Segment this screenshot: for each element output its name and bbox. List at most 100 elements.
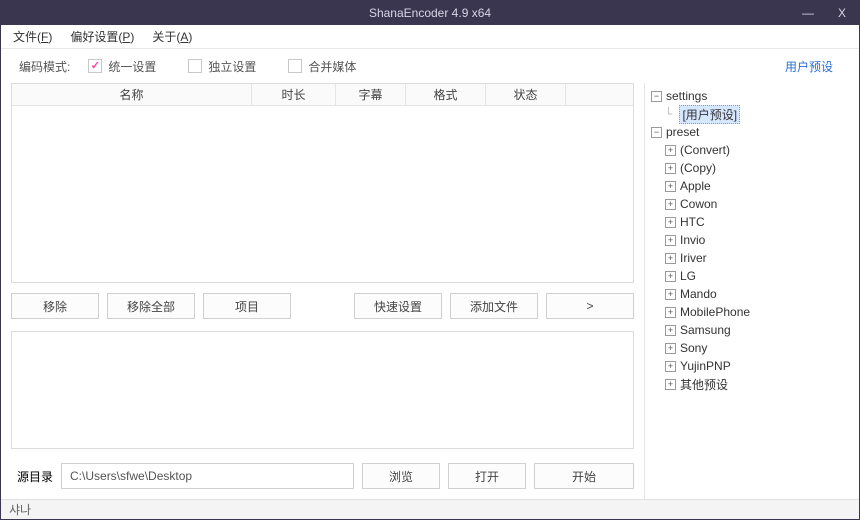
checkbox-unified: ✓ [88, 59, 102, 73]
tree-node-label: (Convert) [680, 143, 730, 157]
tree-node-preset-child[interactable]: + (Convert) [651, 141, 853, 159]
tree-node-preset-child[interactable]: + LG [651, 267, 853, 285]
expand-icon[interactable]: + [665, 379, 676, 390]
menu-preferences[interactable]: 偏好设置(P) [70, 28, 134, 45]
tree-connector: └ [665, 107, 679, 121]
remove-all-button[interactable]: 移除全部 [107, 293, 195, 319]
close-button[interactable]: X [825, 1, 859, 25]
option-merge-label: 合并媒体 [308, 58, 356, 75]
expand-icon[interactable]: + [665, 181, 676, 192]
expand-icon[interactable]: + [665, 343, 676, 354]
tree-node-label: (Copy) [680, 161, 716, 175]
tree-node-label: 其他预设 [680, 376, 728, 393]
expand-icon[interactable]: + [665, 307, 676, 318]
status-text: 샤나 [9, 501, 31, 518]
titlebar[interactable]: ShanaEncoder 4.9 x64 — X [1, 1, 859, 25]
source-dir-option[interactable]: 源目录 [11, 468, 53, 485]
start-button[interactable]: 开始 [534, 463, 634, 489]
tree-node-label: HTC [680, 215, 705, 229]
window-controls: — X [791, 1, 859, 25]
menu-about[interactable]: 关于(A) [152, 28, 192, 45]
minimize-button[interactable]: — [791, 1, 825, 25]
tree-node-preset-child[interactable]: + Mando [651, 285, 853, 303]
menu-file[interactable]: 文件(F) [13, 28, 52, 45]
tree-node-label: Cowon [680, 197, 717, 211]
preset-tree: − settings └ [用户预设] − preset + (Convert)… [651, 87, 853, 393]
expand-icon[interactable]: + [665, 361, 676, 372]
action-buttons: 移除 移除全部 项目 快速设置 添加文件 > [11, 293, 634, 319]
expand-icon[interactable]: + [665, 289, 676, 300]
tree-node-preset-child[interactable]: + 其他预设 [651, 375, 853, 393]
col-format[interactable]: 格式 [406, 84, 486, 105]
window-title: ShanaEncoder 4.9 x64 [1, 6, 859, 20]
table-header: 名称 时长 字幕 格式 状态 [12, 84, 633, 106]
bottom-row: 源目录 浏览 打开 开始 [11, 461, 634, 491]
remove-button[interactable]: 移除 [11, 293, 99, 319]
output-path-input[interactable] [61, 463, 354, 489]
more-button[interactable]: > [546, 293, 634, 319]
tree-node-preset-child[interactable]: + MobilePhone [651, 303, 853, 321]
collapse-icon[interactable]: − [651, 91, 662, 102]
source-dir-label: 源目录 [17, 468, 53, 485]
tree-node-label: Mando [680, 287, 717, 301]
expand-icon[interactable]: + [665, 199, 676, 210]
expand-icon[interactable]: + [665, 163, 676, 174]
option-independent-label: 独立设置 [208, 58, 256, 75]
encode-mode-label: 编码模式: [19, 58, 70, 75]
tree-node-label: Sony [680, 341, 707, 355]
tree-leaf-user-preset-label: [用户预设] [679, 105, 740, 124]
tree-node-preset-child[interactable]: + Samsung [651, 321, 853, 339]
open-button[interactable]: 打开 [448, 463, 526, 489]
col-name[interactable]: 名称 [12, 84, 252, 105]
quick-settings-button[interactable]: 快速设置 [354, 293, 442, 319]
expand-icon[interactable]: + [665, 145, 676, 156]
tree-leaf-user-preset[interactable]: └ [用户预设] [651, 105, 853, 123]
expand-icon[interactable]: + [665, 271, 676, 282]
expand-icon[interactable]: + [665, 325, 676, 336]
option-unified-label: 统一设置 [108, 58, 156, 75]
expand-icon[interactable]: + [665, 217, 676, 228]
tree-node-preset-child[interactable]: + HTC [651, 213, 853, 231]
tree-node-label: Samsung [680, 323, 731, 337]
option-merge[interactable]: 合并媒体 [288, 58, 356, 75]
tree-node-label: YujinPNP [680, 359, 731, 373]
col-status[interactable]: 状态 [486, 84, 566, 105]
tree-node-settings[interactable]: − settings [651, 87, 853, 105]
checkbox-merge [288, 59, 302, 73]
tree-node-label: Invio [680, 233, 705, 247]
tree-node-preset-child[interactable]: + Sony [651, 339, 853, 357]
col-duration[interactable]: 时长 [252, 84, 336, 105]
col-rest [566, 84, 633, 105]
option-unified[interactable]: ✓ 统一设置 [88, 58, 156, 75]
tree-node-preset[interactable]: − preset [651, 123, 853, 141]
menubar: 文件(F) 偏好设置(P) 关于(A) [1, 25, 859, 49]
tree-node-preset-child[interactable]: + Cowon [651, 195, 853, 213]
tree-node-preset-label: preset [666, 125, 699, 139]
tree-node-preset-child[interactable]: + Apple [651, 177, 853, 195]
checkbox-independent [188, 59, 202, 73]
check-icon: ✓ [91, 61, 100, 72]
tree-node-preset-child[interactable]: + Iriver [651, 249, 853, 267]
user-preset-link[interactable]: 用户预设 [785, 58, 833, 75]
toolbar: 编码模式: ✓ 统一设置 独立设置 合并媒体 用户预设 [1, 49, 859, 83]
collapse-icon[interactable]: − [651, 127, 662, 138]
expand-icon[interactable]: + [665, 235, 676, 246]
file-table: 名称 时长 字幕 格式 状态 [11, 83, 634, 283]
log-area[interactable] [11, 331, 634, 449]
tree-node-label: Apple [680, 179, 711, 193]
browse-button[interactable]: 浏览 [362, 463, 440, 489]
project-button[interactable]: 项目 [203, 293, 291, 319]
col-subtitle[interactable]: 字幕 [336, 84, 406, 105]
table-body[interactable] [12, 106, 633, 282]
expand-icon[interactable]: + [665, 253, 676, 264]
tree-node-preset-child[interactable]: + YujinPNP [651, 357, 853, 375]
tree-node-preset-child[interactable]: + Invio [651, 231, 853, 249]
tree-node-label: LG [680, 269, 696, 283]
preset-tree-pane: − settings └ [用户预设] − preset + (Convert)… [644, 83, 859, 499]
statusbar: 샤나 [1, 499, 859, 519]
option-independent[interactable]: 独立设置 [188, 58, 256, 75]
app-window: ShanaEncoder 4.9 x64 — X 文件(F) 偏好设置(P) 关… [0, 0, 860, 520]
tree-node-preset-child[interactable]: + (Copy) [651, 159, 853, 177]
tree-node-label: Iriver [680, 251, 707, 265]
add-file-button[interactable]: 添加文件 [450, 293, 538, 319]
